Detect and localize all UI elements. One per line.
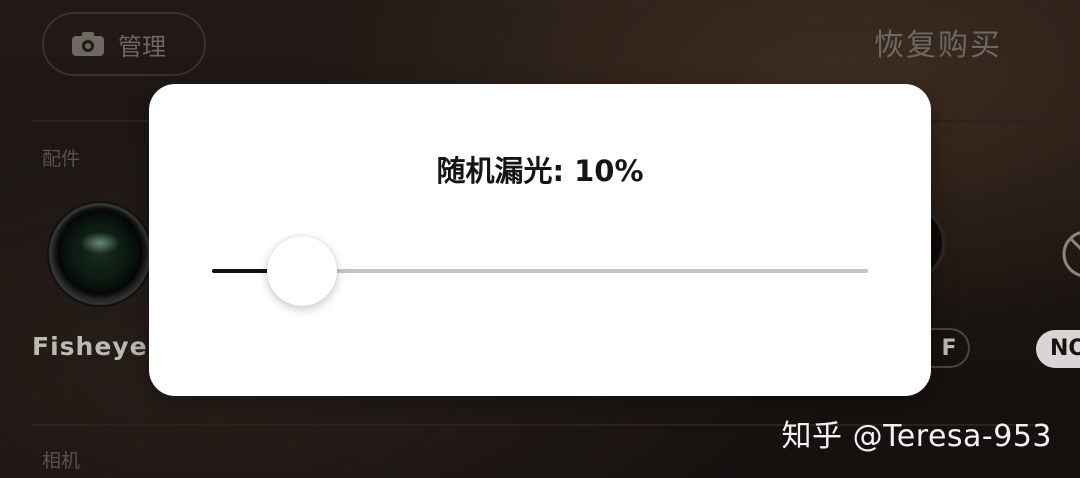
- no-badge: NO: [1036, 330, 1080, 368]
- light-leak-dialog: 随机漏光: 10%: [149, 84, 931, 396]
- camera-icon: [72, 32, 104, 56]
- manage-label: 管理: [118, 32, 166, 61]
- camera-section-label: 相机: [42, 450, 81, 472]
- light-leak-slider[interactable]: [212, 236, 868, 306]
- watermark: 知乎 @Teresa-953: [781, 419, 1052, 454]
- accessories-section-label: 配件: [42, 148, 81, 170]
- manage-button[interactable]: 管理: [42, 12, 206, 76]
- no-filter-icon[interactable]: [1060, 228, 1080, 280]
- restore-purchase-link[interactable]: 恢复购买: [874, 20, 1002, 64]
- partial-badge: F: [930, 328, 970, 368]
- fisheye-lens-thumbnail[interactable]: [52, 206, 148, 302]
- slider-thumb[interactable]: [266, 236, 337, 306]
- dialog-title: 随机漏光: 10%: [436, 154, 644, 188]
